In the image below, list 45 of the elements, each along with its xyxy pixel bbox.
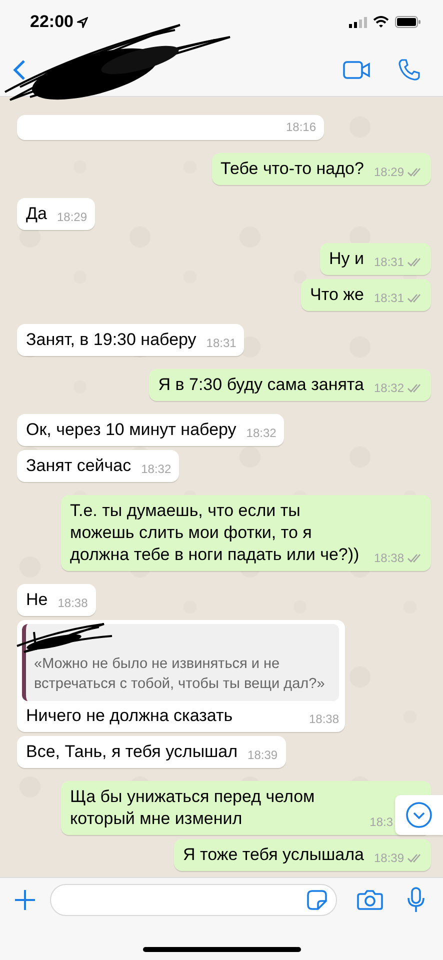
sticker-icon[interactable] — [306, 889, 328, 911]
plus-icon[interactable] — [14, 889, 36, 911]
video-camera-icon[interactable] — [343, 60, 371, 80]
back-icon[interactable] — [12, 59, 26, 81]
message-time: 18:39 — [374, 851, 404, 865]
location-arrow-icon — [77, 16, 88, 28]
clock-time: 22:00 — [30, 12, 74, 32]
message-time: 18:31 — [374, 255, 404, 269]
camera-icon[interactable] — [357, 889, 383, 911]
scroll-down-button[interactable] — [395, 795, 443, 835]
message-time: 18:39 — [248, 748, 278, 762]
message-time: 18:31 — [206, 336, 236, 350]
message-time: 18:38 — [58, 596, 88, 610]
message-time: 18:38 — [374, 551, 404, 565]
battery-icon — [395, 16, 421, 28]
message-time: 18:29 — [374, 165, 404, 179]
message-text: Я тоже тебя услышала — [182, 844, 364, 866]
message-input-field[interactable] — [50, 884, 337, 916]
message-time: 18:32 — [246, 426, 276, 440]
message-text: Тебе что-то надо? — [220, 158, 364, 180]
message-time: 18:32 — [374, 381, 404, 395]
message-text: Все, Тань, я тебя услышал — [26, 741, 238, 763]
message-text: Занят, в 19:30 наберу — [26, 329, 196, 351]
message-text: Не — [26, 589, 48, 611]
message-text: Ничего не должна сказать — [26, 705, 234, 727]
message-time: 18:32 — [141, 462, 172, 476]
message-time: 18:16 — [286, 120, 316, 134]
message-time: 18:29 — [56, 210, 87, 224]
message-text: Ща бы унижаться перед челом который мне изменил — [70, 786, 316, 830]
message-text: Я в 7:30 буду сама занята — [158, 374, 364, 396]
signal-icon — [349, 16, 367, 28]
message-text: Да — [26, 203, 47, 225]
message-text: Что же — [310, 284, 364, 306]
message-text: Ок, через 10 минут наберу — [26, 419, 236, 441]
quote-text: «Можно не было не извиняться и не встречаться с тобой, чтобы ты вещи дал?» — [34, 656, 325, 692]
message-time: 18:3 — [370, 815, 393, 829]
microphone-icon[interactable] — [407, 887, 425, 913]
wifi-icon — [373, 16, 389, 28]
message-text: Т.е. ты думаешь, что если ты можешь слить мои фотки, то я должна тебе в ноги падать или че?)) — [70, 500, 360, 566]
chevron-down-icon — [405, 801, 433, 829]
message-text: Ну и — [328, 248, 364, 270]
message-time: 18:38 — [308, 712, 339, 726]
message-text: Занят сейчас — [26, 455, 132, 477]
phone-icon[interactable] — [397, 58, 421, 82]
message-time: 18:31 — [374, 291, 404, 305]
